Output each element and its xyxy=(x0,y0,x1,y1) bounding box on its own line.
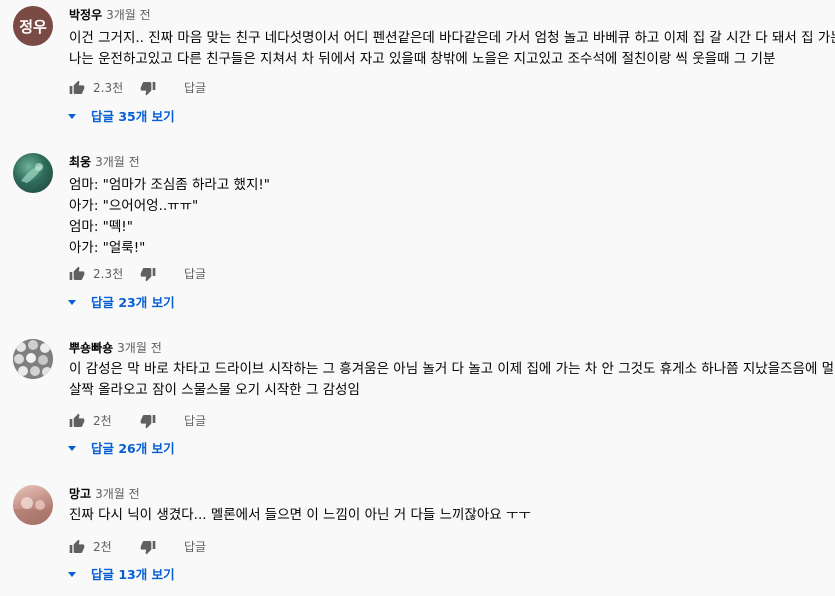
like-count: 2.3천 xyxy=(93,81,124,95)
comment-text: 이 감성은 막 바로 차타고 드라이브 시작하는 그 흥겨움은 아님 놀거 다 … xyxy=(69,359,835,401)
comment-thread: 뿌숑빠숑 3개월 전 이 감성은 막 바로 차타고 드라이브 시작하는 그 흥겨움… xyxy=(0,339,835,459)
like-count: 2.3천 xyxy=(93,267,124,281)
author-name[interactable]: 망고 xyxy=(69,487,91,501)
comment-time[interactable]: 3개월 전 xyxy=(95,487,140,501)
comment-header: 망고 3개월 전 xyxy=(69,485,140,501)
avatar[interactable] xyxy=(13,485,53,525)
like-count: 2천 xyxy=(93,540,112,554)
reply-button[interactable]: 답글 xyxy=(184,264,206,284)
view-replies-label: 답글 13개 보기 xyxy=(91,567,175,582)
comment-header: 뿌숑빠숑 3개월 전 xyxy=(69,339,162,355)
comment-time[interactable]: 3개월 전 xyxy=(95,155,140,169)
thumbs-up-icon[interactable] xyxy=(69,539,85,555)
comment-thread: 정우 박정우 3개월 전 이건 그거지.. 진짜 마음 맞는 친구 네다섯명이서 … xyxy=(0,6,835,136)
thumbs-up-icon[interactable] xyxy=(69,413,85,429)
reply-button[interactable]: 답글 xyxy=(184,537,206,557)
view-replies-label: 답글 35개 보기 xyxy=(91,109,175,124)
thumbs-down-icon[interactable] xyxy=(140,413,156,429)
comment-thread: 최웅 3개월 전 엄마: "엄마가 조심좀 하라고 했지!" 아가: "으어어엉.… xyxy=(0,153,835,313)
comment-text-line: 아가: "으어어엉..ㅠㅠ" xyxy=(69,198,199,214)
comment-text-line: 이건 그거지.. 진짜 마음 맞는 친구 네다섯명이서 어디 펜션같은데 바다같… xyxy=(69,30,835,46)
avatar[interactable]: 정우 xyxy=(13,6,53,46)
author-name[interactable]: 뿌숑빠숑 xyxy=(69,341,113,355)
comment-text-line: 나는 운전하고있고 다른 친구들은 지쳐서 차 뒤에서 자고 있을때 창밖에 노… xyxy=(69,51,776,67)
comment-text: 진짜 다시 닉이 생겼다... 멜론에서 들으면 이 느낌이 아닌 거 다들 느… xyxy=(69,505,827,526)
view-replies-label: 답글 23개 보기 xyxy=(91,295,175,310)
comment-text: 엄마: "엄마가 조심좀 하라고 했지!" 아가: "으어어엉..ㅠㅠ" 엄마:… xyxy=(69,175,827,259)
author-name[interactable]: 최웅 xyxy=(69,155,91,169)
comment-header: 박정우 3개월 전 xyxy=(69,6,151,22)
like-count: 2천 xyxy=(93,414,112,428)
comment-header: 최웅 3개월 전 xyxy=(69,153,140,169)
thumbs-up-icon[interactable] xyxy=(69,80,85,96)
comment-text-line: 아가: "얼룩!" xyxy=(69,240,146,256)
comment-text-line: 엄마: "엄마가 조심좀 하라고 했지!" xyxy=(69,177,271,193)
reply-button[interactable]: 답글 xyxy=(184,78,206,98)
thumbs-down-icon[interactable] xyxy=(140,80,156,96)
author-name[interactable]: 박정우 xyxy=(69,8,102,22)
avatar-image xyxy=(13,339,53,379)
thumbs-down-icon[interactable] xyxy=(140,266,156,282)
comment-text-line: 이 감성은 막 바로 차타고 드라이브 시작하는 그 흥겨움은 아님 놀거 다 … xyxy=(69,361,835,377)
avatar[interactable] xyxy=(13,153,53,193)
reply-button[interactable]: 답글 xyxy=(184,411,206,431)
caret-down-icon xyxy=(68,446,76,451)
comment-text-line: 엄마: "떽!" xyxy=(69,219,133,235)
comment-time[interactable]: 3개월 전 xyxy=(106,8,151,22)
caret-down-icon xyxy=(68,114,76,119)
caret-down-icon xyxy=(68,572,76,577)
thumbs-up-icon[interactable] xyxy=(69,266,85,282)
avatar[interactable] xyxy=(13,339,53,379)
comment-text-line: 진짜 다시 닉이 생겼다... 멜론에서 들으면 이 느낌이 아닌 거 다들 느… xyxy=(69,507,531,523)
comment-text-line: 살짝 올라오고 잠이 스물스물 오기 시작한 그 감성임 xyxy=(69,382,360,398)
comment-text: 이건 그거지.. 진짜 마음 맞는 친구 네다섯명이서 어디 펜션같은데 바다같… xyxy=(69,28,835,70)
avatar-image xyxy=(13,497,53,525)
avatar-image xyxy=(21,163,43,183)
view-replies-label: 답글 26개 보기 xyxy=(91,441,175,456)
avatar-initials: 정우 xyxy=(19,17,47,36)
thumbs-down-icon[interactable] xyxy=(140,539,156,555)
caret-down-icon xyxy=(68,300,76,305)
comment-thread: 망고 3개월 전 진짜 다시 닉이 생겼다... 멜론에서 들으면 이 느낌이 아… xyxy=(0,485,835,590)
comment-time[interactable]: 3개월 전 xyxy=(117,341,162,355)
